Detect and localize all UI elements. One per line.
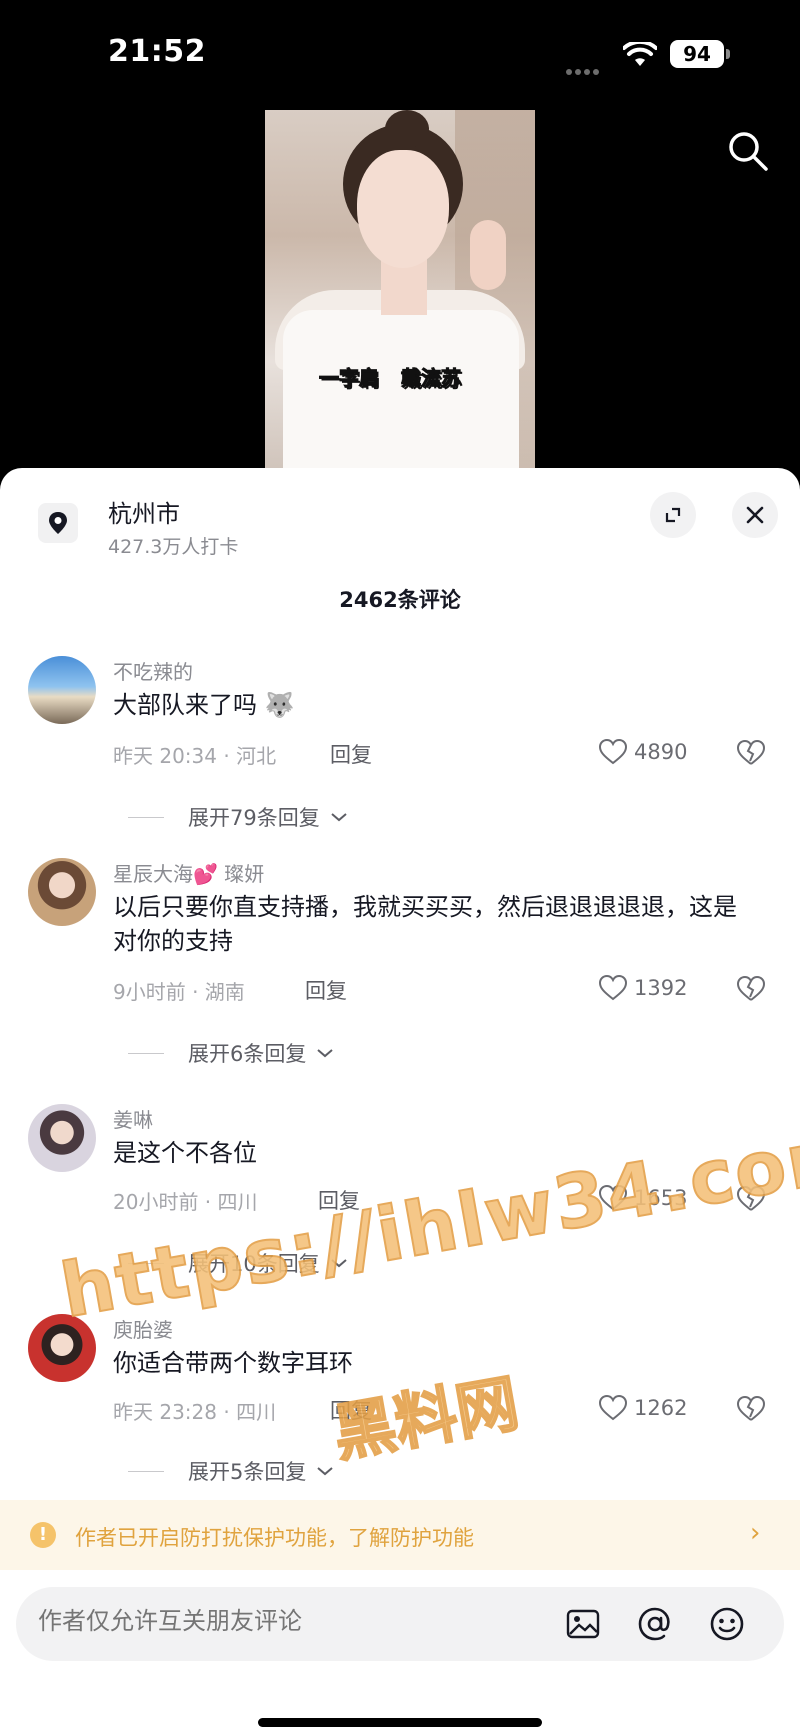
expand-replies-button[interactable]: 展开79条回复 bbox=[128, 802, 348, 832]
expand-replies-label: 展开5条回复 bbox=[188, 1460, 307, 1484]
video-figure-face bbox=[357, 150, 449, 268]
expand-replies-label: 展开6条回复 bbox=[188, 1042, 307, 1066]
like-button[interactable]: 1653 bbox=[598, 1184, 687, 1212]
notice-text: 作者已开启防打扰保护功能，了解防护功能 bbox=[75, 1526, 474, 1550]
video-caption-1: 一字肩 bbox=[319, 366, 380, 391]
video-figure-bun bbox=[385, 110, 429, 148]
expand-divider bbox=[128, 1052, 164, 1054]
avatar[interactable] bbox=[28, 858, 96, 926]
location-subtitle: 427.3万人打卡 bbox=[108, 536, 239, 558]
comment-meta: 20小时前 · 四川 bbox=[113, 1190, 258, 1214]
chevron-down-icon bbox=[317, 1467, 334, 1476]
location-title[interactable]: 杭州市 bbox=[108, 494, 180, 529]
like-count: 1262 bbox=[634, 1396, 688, 1420]
at-mention-icon[interactable] bbox=[636, 1605, 674, 1643]
video-caption: 一字肩 戴流苏 bbox=[315, 360, 465, 393]
comment-username[interactable]: 星辰大海💕 璨妍 bbox=[113, 858, 264, 887]
heart-icon bbox=[598, 974, 628, 1001]
video-figure-hand bbox=[470, 220, 506, 290]
broken-heart-icon[interactable] bbox=[736, 975, 766, 1003]
video-preview[interactable]: 一字肩 戴流苏 bbox=[265, 110, 535, 470]
comments-count: 2462条评论 bbox=[339, 588, 461, 612]
like-count: 1392 bbox=[634, 976, 688, 1000]
expand-replies-button[interactable]: 展开10条回复 bbox=[128, 1248, 348, 1278]
comment-username[interactable]: 不吃辣的 bbox=[113, 656, 193, 685]
comment-meta: 9小时前 · 湖南 bbox=[113, 980, 245, 1004]
comment-meta: 昨天 23:28 · 四川 bbox=[113, 1400, 277, 1424]
broken-heart-icon[interactable] bbox=[736, 739, 766, 767]
like-count: 4890 bbox=[634, 740, 688, 764]
status-bar: 21:52 94 bbox=[0, 0, 800, 100]
like-button[interactable]: 1262 bbox=[598, 1394, 687, 1422]
protection-notice[interactable]: ! 作者已开启防打扰保护功能，了解防护功能 › bbox=[0, 1500, 800, 1570]
like-count: 1653 bbox=[634, 1186, 688, 1210]
comment-username[interactable]: 姜啉 bbox=[113, 1104, 153, 1133]
video-caption-2: 戴流苏 bbox=[401, 366, 462, 391]
heart-icon bbox=[598, 738, 628, 765]
comment-text: 你适合带两个数字耳环 bbox=[113, 1349, 353, 1377]
comment-text: 是这个不各位 bbox=[113, 1139, 257, 1167]
image-icon[interactable] bbox=[564, 1605, 602, 1643]
status-time: 21:52 bbox=[108, 34, 206, 69]
warning-icon: ! bbox=[30, 1522, 56, 1548]
reply-button[interactable]: 回复 bbox=[330, 1395, 372, 1425]
signal-icon bbox=[566, 60, 602, 79]
close-button[interactable] bbox=[732, 492, 778, 538]
comment-input[interactable] bbox=[38, 1607, 538, 1635]
emoji-icon[interactable] bbox=[708, 1605, 746, 1643]
comment-item: 姜啉 是这个不各位 20小时前 · 四川 回复 1653 展开10条回复 bbox=[0, 1104, 800, 1334]
expand-button[interactable] bbox=[650, 492, 696, 538]
avatar[interactable] bbox=[28, 1314, 96, 1382]
battery-indicator: 94 bbox=[670, 40, 724, 68]
broken-heart-icon[interactable] bbox=[736, 1185, 766, 1213]
expand-replies-button[interactable]: 展开6条回复 bbox=[128, 1038, 334, 1068]
comment-sheet: 杭州市 427.3万人打卡 2462条评论 不吃辣的 大部队来了吗 🐺 昨天 2… bbox=[0, 468, 800, 1735]
close-icon bbox=[746, 506, 764, 524]
location-icon[interactable] bbox=[38, 503, 78, 543]
like-button[interactable]: 4890 bbox=[598, 738, 687, 766]
reply-button[interactable]: 回复 bbox=[305, 975, 347, 1005]
expand-replies-button[interactable]: 展开5条回复 bbox=[128, 1456, 334, 1486]
comment-text: 以后只要你直支持播，我就买买买，然后退退退退退，这是对你的支持 bbox=[113, 893, 737, 955]
expand-replies-label: 展开10条回复 bbox=[188, 1252, 320, 1276]
broken-heart-icon[interactable] bbox=[736, 1395, 766, 1423]
comment-text: 大部队来了吗 🐺 bbox=[113, 691, 295, 719]
comment-item: 星辰大海💕 璨妍 以后只要你直支持播，我就买买买，然后退退退退退，这是对你的支持… bbox=[0, 858, 800, 1088]
home-indicator[interactable] bbox=[258, 1718, 542, 1727]
expand-divider bbox=[128, 816, 164, 818]
chevron-right-icon: › bbox=[750, 1518, 761, 1548]
avatar[interactable] bbox=[28, 656, 96, 724]
wifi-icon bbox=[623, 42, 657, 66]
avatar[interactable] bbox=[28, 1104, 96, 1172]
comment-item: 不吃辣的 大部队来了吗 🐺 昨天 20:34 · 河北 回复 4890 展开79… bbox=[0, 656, 800, 886]
expand-replies-label: 展开79条回复 bbox=[188, 806, 320, 830]
expand-divider bbox=[128, 1262, 164, 1264]
chevron-down-icon bbox=[331, 813, 347, 822]
heart-icon bbox=[598, 1394, 628, 1421]
expand-divider bbox=[128, 1470, 164, 1472]
comment-meta: 昨天 20:34 · 河北 bbox=[113, 744, 277, 768]
comment-input-bar bbox=[16, 1587, 784, 1661]
battery-tip bbox=[726, 49, 730, 59]
chevron-down-icon bbox=[331, 1259, 347, 1268]
like-button[interactable]: 1392 bbox=[598, 974, 687, 1002]
reply-button[interactable]: 回复 bbox=[330, 739, 372, 769]
heart-icon bbox=[598, 1184, 628, 1211]
search-icon[interactable] bbox=[725, 128, 771, 174]
chevron-down-icon bbox=[317, 1049, 334, 1058]
comment-username[interactable]: 庾胎婆 bbox=[113, 1314, 173, 1343]
expand-icon bbox=[665, 507, 681, 523]
reply-button[interactable]: 回复 bbox=[318, 1185, 360, 1215]
